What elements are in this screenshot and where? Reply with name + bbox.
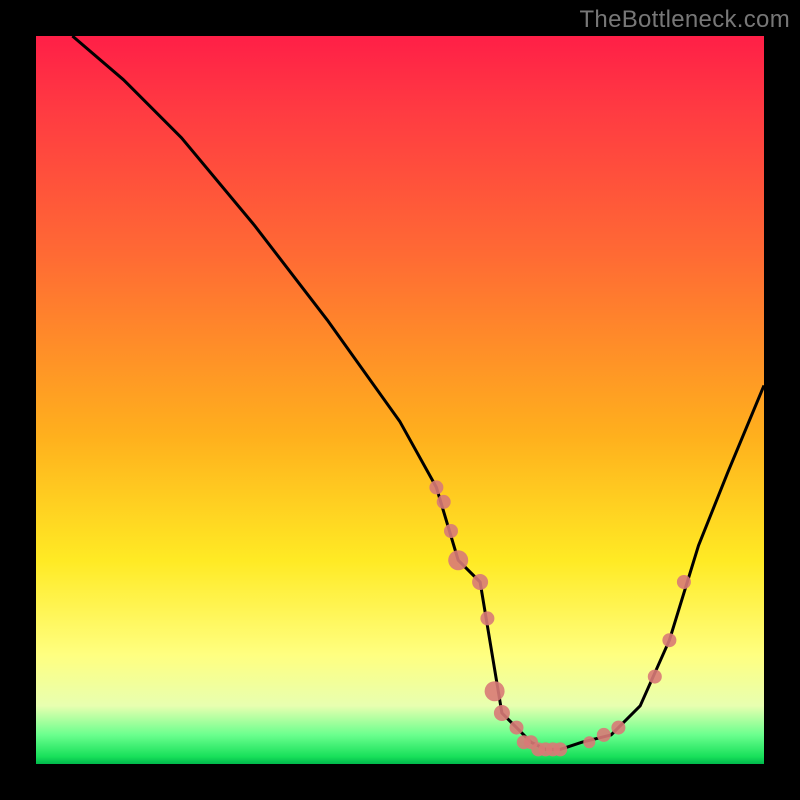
data-marker — [611, 721, 625, 735]
data-marker — [662, 633, 676, 647]
data-marker — [437, 495, 451, 509]
data-marker — [480, 611, 494, 625]
data-marker — [583, 736, 595, 748]
chart-svg — [0, 0, 800, 800]
data-marker — [444, 524, 458, 538]
curve-line — [72, 36, 764, 749]
data-marker — [485, 681, 505, 701]
data-marker — [429, 480, 443, 494]
data-marker — [553, 742, 567, 756]
data-marker — [677, 575, 691, 589]
data-marker — [597, 728, 611, 742]
data-marker — [472, 574, 488, 590]
data-marker — [648, 670, 662, 684]
data-marker — [494, 705, 510, 721]
data-marker — [510, 721, 524, 735]
data-marker — [448, 550, 468, 570]
